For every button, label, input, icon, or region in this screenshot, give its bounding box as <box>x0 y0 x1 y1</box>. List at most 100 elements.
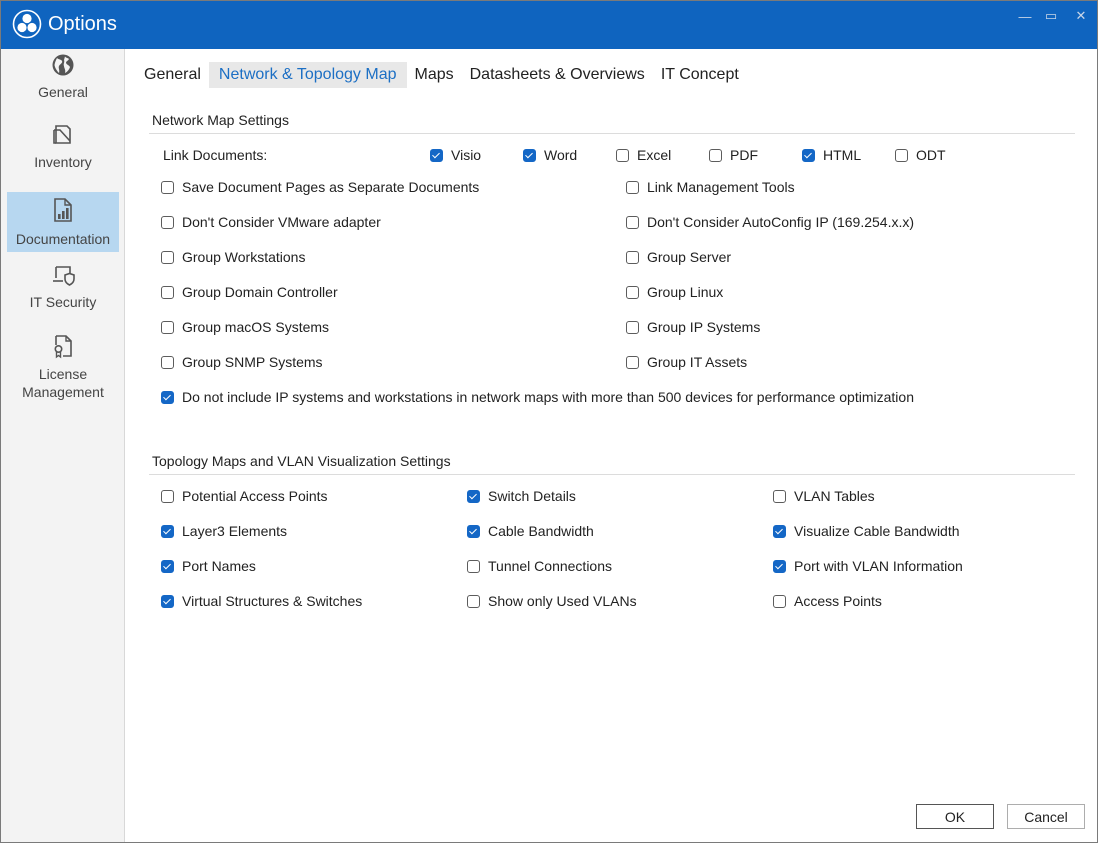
sidebar-item-label: Documentation <box>15 231 111 247</box>
checkbox-layer3-elements[interactable]: Layer3 Elements <box>161 523 287 539</box>
tab-maps[interactable]: Maps <box>407 62 462 88</box>
checkbox-unchecked-icon[interactable] <box>773 594 786 608</box>
sidebar-item-general[interactable]: General <box>7 53 119 111</box>
checkbox-checked-icon[interactable] <box>161 524 174 538</box>
checkbox-label: Potential Access Points <box>182 488 328 504</box>
checkbox-label: Group Domain Controller <box>182 284 338 300</box>
checkbox-visualize-cable-bandwidth[interactable]: Visualize Cable Bandwidth <box>773 523 960 539</box>
maximize-icon: ▭ <box>1044 8 1058 23</box>
window-title: Options <box>48 13 117 35</box>
checkbox-group-domain-controller[interactable]: Group Domain Controller <box>161 284 338 300</box>
checkbox-label: HTML <box>823 147 862 163</box>
checkbox-pdf[interactable]: PDF <box>709 147 758 163</box>
checkbox-label: PDF <box>730 147 758 163</box>
checkbox-group-server[interactable]: Group Server <box>626 249 731 265</box>
checkbox-tunnel-connections[interactable]: Tunnel Connections <box>467 558 612 574</box>
checkbox-group-snmp-systems[interactable]: Group SNMP Systems <box>161 354 323 370</box>
checkbox-group-workstations[interactable]: Group Workstations <box>161 249 305 265</box>
checkbox-access-points[interactable]: Access Points <box>773 593 882 609</box>
checkbox-label: Group Workstations <box>182 249 306 265</box>
tab-general[interactable]: General <box>136 62 209 88</box>
checkbox-unchecked-icon[interactable] <box>467 559 480 573</box>
checkbox-unchecked-icon[interactable] <box>895 148 908 162</box>
sidebar-item-inventory[interactable]: Inventory <box>7 123 119 181</box>
checkbox-unchecked-icon[interactable] <box>709 148 722 162</box>
globe-icon <box>52 54 74 76</box>
checkbox-checked-icon[interactable] <box>773 559 786 573</box>
minimize-icon: — <box>1018 8 1032 24</box>
title-bar[interactable]: Options — ▭ ✕ <box>1 1 1097 49</box>
maximize-button[interactable]: ▭ <box>1037 5 1065 27</box>
checkbox-label: Switch Details <box>488 488 576 504</box>
checkbox-unchecked-icon[interactable] <box>161 250 174 264</box>
tab-network-topology-map[interactable]: Network & Topology Map <box>208 62 407 88</box>
checkbox-label: Visualize Cable Bandwidth <box>794 523 960 539</box>
checkbox-visio[interactable]: Visio <box>430 147 481 163</box>
checkbox-label: Show only Used VLANs <box>488 593 637 609</box>
tab-it-concept[interactable]: IT Concept <box>653 62 747 88</box>
checkbox-checked-icon[interactable] <box>161 559 174 573</box>
checkbox-cable-bandwidth[interactable]: Cable Bandwidth <box>467 523 594 539</box>
checkbox-unchecked-icon[interactable] <box>161 355 174 369</box>
checkbox-switch-details[interactable]: Switch Details <box>467 488 576 504</box>
close-button[interactable]: ✕ <box>1067 5 1095 27</box>
checkbox-unchecked-icon[interactable] <box>467 594 480 608</box>
tab-bar: General Network & Topology Map Maps Data… <box>136 61 747 89</box>
checkbox-checked-icon[interactable] <box>161 390 174 404</box>
checkbox-checked-icon[interactable] <box>802 148 815 162</box>
checkbox-virtual-structures-switches[interactable]: Virtual Structures & Switches <box>161 593 362 609</box>
checkbox-unchecked-icon[interactable] <box>626 320 639 334</box>
checkbox-unchecked-icon[interactable] <box>161 180 174 194</box>
checkbox-label: Cable Bandwidth <box>488 523 594 539</box>
checkbox-save-document-pages-as-separate-documents[interactable]: Save Document Pages as Separate Document… <box>161 179 479 195</box>
checkbox-unchecked-icon[interactable] <box>161 489 174 503</box>
checkbox-unchecked-icon[interactable] <box>616 148 629 162</box>
checkbox-label: Group macOS Systems <box>182 319 330 335</box>
checkbox-checked-icon[interactable] <box>161 594 174 608</box>
checkbox-port-names[interactable]: Port Names <box>161 558 256 574</box>
checkbox-checked-icon[interactable] <box>467 524 480 538</box>
checkbox-port-with-vlan-information[interactable]: Port with VLAN Information <box>773 558 963 574</box>
checkbox-label: Group SNMP Systems <box>182 354 323 370</box>
checkbox-vlan-tables[interactable]: VLAN Tables <box>773 488 875 504</box>
checkbox-unchecked-icon[interactable] <box>161 320 174 334</box>
checkbox-unchecked-icon[interactable] <box>161 285 174 299</box>
checkbox-unchecked-icon[interactable] <box>626 285 639 299</box>
checkbox-unchecked-icon[interactable] <box>626 215 639 229</box>
checkbox-html[interactable]: HTML <box>802 147 861 163</box>
checkbox-excel[interactable]: Excel <box>616 147 671 163</box>
checkbox-odt[interactable]: ODT <box>895 147 946 163</box>
checkbox-don-t-consider-vmware-adapter[interactable]: Don't Consider VMware adapter <box>161 214 381 230</box>
checkbox-unchecked-icon[interactable] <box>626 355 639 369</box>
sidebar-item-it-security[interactable]: IT Security <box>7 263 119 321</box>
checkbox-label: Visio <box>451 147 482 163</box>
cancel-button[interactable]: Cancel <box>1007 804 1085 829</box>
checkbox-unchecked-icon[interactable] <box>626 250 639 264</box>
checkbox-checked-icon[interactable] <box>430 148 443 162</box>
checkbox-do-not-include-ip-systems-and-workstations-in-network-maps-with-more-than-500-devices-for-performance-optimization[interactable]: Do not include IP systems and workstatio… <box>161 389 914 405</box>
checkbox-word[interactable]: Word <box>523 147 577 163</box>
document-chart-icon <box>54 198 72 222</box>
checkbox-group-linux[interactable]: Group Linux <box>626 284 723 300</box>
checkbox-potential-access-points[interactable]: Potential Access Points <box>161 488 328 504</box>
checkbox-label: Group Linux <box>647 284 724 300</box>
checkbox-show-only-used-vlans[interactable]: Show only Used VLANs <box>467 593 637 609</box>
checkbox-checked-icon[interactable] <box>773 524 786 538</box>
checkbox-unchecked-icon[interactable] <box>161 215 174 229</box>
sidebar-item-label: License Management <box>22 366 104 400</box>
checkbox-group-macos-systems[interactable]: Group macOS Systems <box>161 319 329 335</box>
checkbox-group-ip-systems[interactable]: Group IP Systems <box>626 319 760 335</box>
checkbox-label: Group IT Assets <box>647 354 748 370</box>
minimize-button[interactable]: — <box>1011 5 1039 27</box>
tab-datasheets-overviews[interactable]: Datasheets & Overviews <box>462 62 653 88</box>
checkbox-unchecked-icon[interactable] <box>626 180 639 194</box>
checkbox-unchecked-icon[interactable] <box>773 489 786 503</box>
ok-button[interactable]: OK <box>916 804 994 829</box>
checkbox-don-t-consider-autoconfig-ip-169-254-x-x[interactable]: Don't Consider AutoConfig IP (169.254.x.… <box>626 214 914 230</box>
checkbox-group-it-assets[interactable]: Group IT Assets <box>626 354 747 370</box>
checkbox-link-management-tools[interactable]: Link Management Tools <box>626 179 795 195</box>
sidebar-item-license-management[interactable]: License Management <box>7 333 119 403</box>
sidebar-item-documentation[interactable]: Documentation <box>7 192 119 252</box>
checkbox-checked-icon[interactable] <box>523 148 536 162</box>
checkbox-checked-icon[interactable] <box>467 489 480 503</box>
